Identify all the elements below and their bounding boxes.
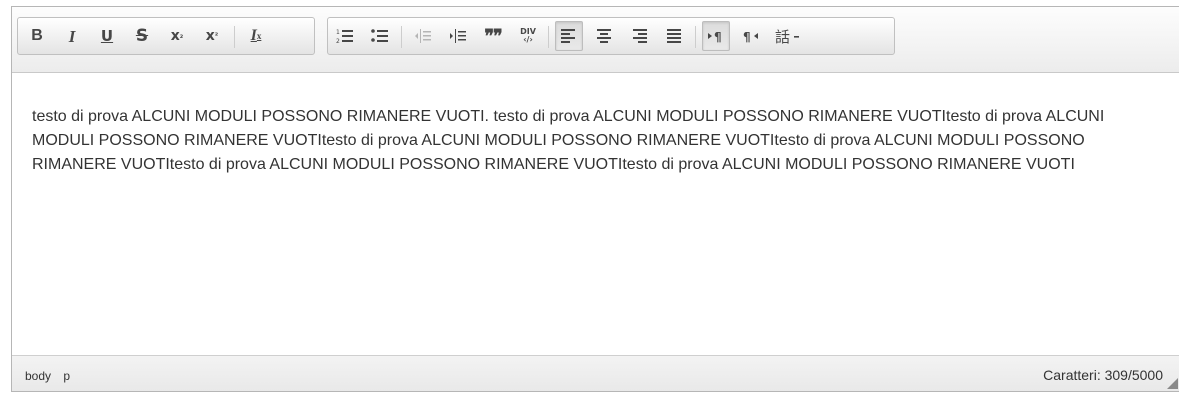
justify-button[interactable] <box>660 21 688 51</box>
blockquote-icon: ❞❞ <box>484 26 502 46</box>
blockquote-button[interactable]: ❞❞ <box>479 21 507 51</box>
align-left-icon <box>561 29 575 43</box>
svg-text:話: 話 <box>775 28 790 44</box>
align-center-icon <box>597 29 611 43</box>
character-counter: Caratteri: 309/5000 <box>1043 367 1163 383</box>
svg-text:¶: ¶ <box>714 30 722 43</box>
separator <box>234 26 235 48</box>
bulleted-list-button[interactable] <box>366 21 394 51</box>
align-right-button[interactable] <box>625 21 653 51</box>
outdent-icon <box>415 29 431 43</box>
rtl-button[interactable]: ¶ <box>737 21 765 51</box>
language-icon: 話 <box>775 28 799 44</box>
remove-format-mark: x <box>256 30 262 41</box>
editor-toolbar: B I U S x₂ x² Ix 1 2 ❞❞ DIV ‹/› ¶ ¶ 話 <box>12 7 1179 73</box>
svg-text:2: 2 <box>336 38 340 44</box>
outdent-button[interactable] <box>409 21 437 51</box>
italic-button[interactable]: I <box>58 21 86 51</box>
editor-content-area[interactable]: testo di prova ALCUNI MODULI POSSONO RIM… <box>12 74 1179 356</box>
subscript-mark: ₂ <box>179 31 184 40</box>
create-div-button[interactable]: DIV ‹/› <box>514 21 542 51</box>
align-left-button[interactable] <box>555 21 583 51</box>
resize-grip-icon[interactable] <box>1167 378 1178 389</box>
numbered-list-button[interactable]: 1 2 <box>331 21 359 51</box>
content-paragraph: testo di prova ALCUNI MODULI POSSONO RIM… <box>32 108 1105 173</box>
align-right-icon <box>633 29 647 43</box>
indent-icon <box>450 29 466 43</box>
superscript-label: x <box>205 28 215 44</box>
text-direction-rtl-icon: ¶ <box>743 30 758 43</box>
subscript-button[interactable]: x₂ <box>163 21 191 51</box>
strikethrough-button[interactable]: S <box>128 21 156 51</box>
svg-text:1: 1 <box>336 29 340 36</box>
text-direction-ltr-icon: ¶ <box>708 30 722 43</box>
superscript-button[interactable]: x² <box>198 21 226 51</box>
separator <box>548 26 549 48</box>
superscript-mark: ² <box>214 31 219 40</box>
separator <box>401 26 402 48</box>
div-code-icon: ‹/› <box>523 35 533 44</box>
element-path: body p <box>25 369 79 383</box>
indent-button[interactable] <box>444 21 472 51</box>
language-button[interactable]: 話 <box>771 21 805 51</box>
svg-text:¶: ¶ <box>743 30 751 43</box>
editor-status-bar: body p Caratteri: 309/5000 <box>12 355 1179 391</box>
numbered-list-icon: 1 2 <box>336 29 353 44</box>
align-center-button[interactable] <box>590 21 618 51</box>
basic-styles-group: B I U S x₂ x² Ix <box>17 17 315 55</box>
underline-button[interactable]: U <box>93 21 121 51</box>
ltr-button[interactable]: ¶ <box>702 21 730 51</box>
paragraph-group: 1 2 ❞❞ DIV ‹/› ¶ ¶ 話 <box>327 17 895 55</box>
remove-format-button[interactable]: Ix <box>242 21 270 51</box>
path-item-p[interactable]: p <box>63 369 70 383</box>
rich-text-editor: B I U S x₂ x² Ix 1 2 ❞❞ DIV ‹/› ¶ ¶ 話 te… <box>11 6 1179 392</box>
separator <box>695 26 696 48</box>
bulleted-list-icon <box>371 29 388 42</box>
justify-icon <box>667 29 681 43</box>
path-item-body[interactable]: body <box>25 369 51 383</box>
subscript-label: x <box>170 28 180 44</box>
bold-button[interactable]: B <box>23 21 51 51</box>
